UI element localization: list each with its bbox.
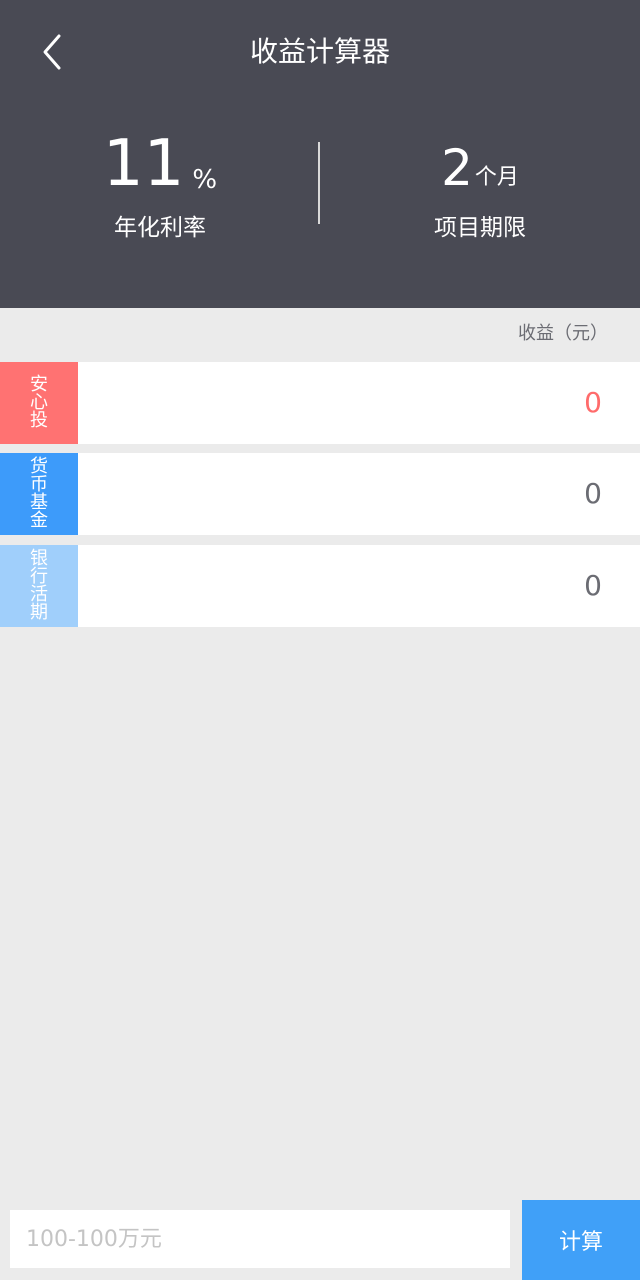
list-item: 安 心 投 0 [0, 362, 640, 444]
tag-char: 期 [30, 602, 48, 623]
bottom-bar: 计算 [0, 1198, 640, 1280]
annual-rate-value: 11 [102, 127, 185, 201]
product-tag-money-fund: 货 币 基 金 [0, 453, 78, 535]
page-title: 收益计算器 [249, 35, 390, 68]
calculate-button[interactable]: 计算 [522, 1200, 640, 1280]
product-tag-bank-demand: 银 行 活 期 [0, 545, 78, 627]
annual-rate-unit: % [192, 165, 218, 195]
tag-char: 金 [30, 510, 48, 531]
annual-rate-label: 年化利率 [114, 215, 206, 241]
earnings-value: 0 [584, 386, 602, 419]
tag-char: 投 [30, 410, 48, 431]
header: 收益计算器 11 % 年化利率 2 个月 项目期限 [0, 0, 640, 308]
earnings-value: 0 [584, 569, 602, 602]
term-label: 项目期限 [434, 215, 526, 241]
term-unit: 个月 [474, 165, 519, 190]
annual-rate-stat: 11 % 年化利率 [0, 128, 320, 244]
earnings-value: 0 [584, 477, 602, 510]
product-tag-anxintou: 安 心 投 [0, 362, 78, 444]
list-item: 货 币 基 金 0 [0, 453, 640, 535]
list-item: 银 行 活 期 0 [0, 545, 640, 627]
term-stat: 2 个月 项目期限 [320, 128, 640, 244]
term-value: 2 [441, 139, 473, 197]
earnings-column-header: 收益（元） [518, 323, 608, 344]
amount-input[interactable] [10, 1210, 510, 1268]
